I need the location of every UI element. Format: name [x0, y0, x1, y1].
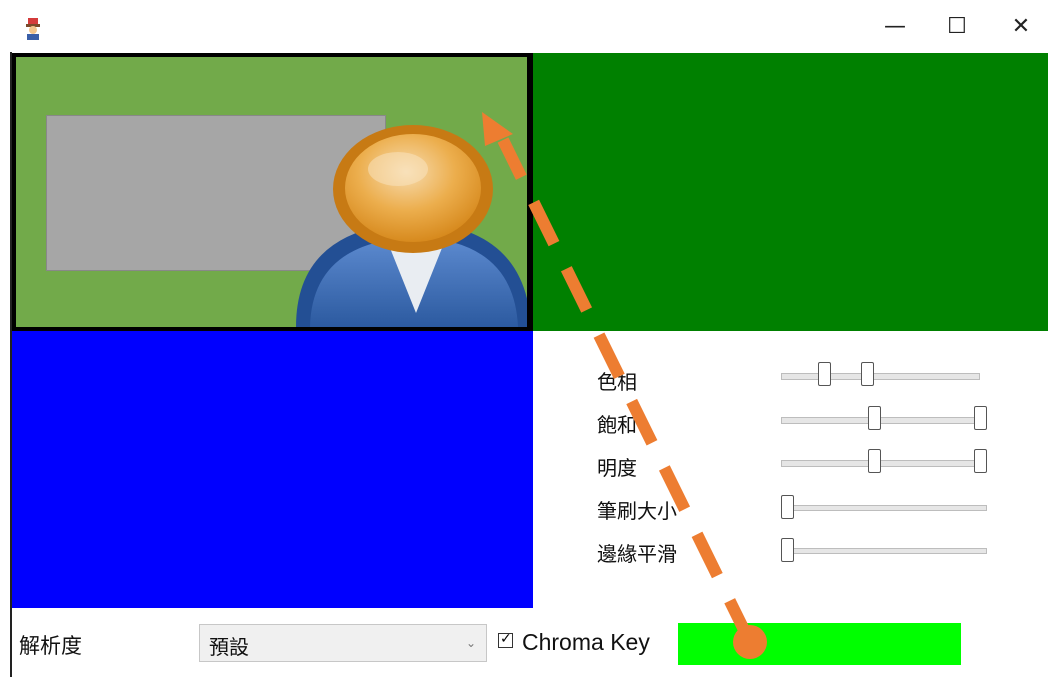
slider-thumb[interactable] — [867, 406, 881, 430]
saturation-label: 飽和 — [597, 413, 637, 437]
processed-preview — [533, 53, 1048, 331]
hue-label: 色相 — [597, 370, 637, 394]
background-preview — [12, 331, 533, 608]
camera-preview[interactable] — [12, 53, 533, 331]
brightness-slider-track[interactable] — [781, 460, 987, 467]
slider-thumb[interactable] — [781, 495, 794, 519]
maximize-button[interactable]: ☐ — [934, 8, 980, 44]
minimize-button[interactable]: — — [872, 8, 918, 44]
slider-thumb[interactable] — [781, 538, 794, 562]
slider-thumb[interactable] — [860, 362, 874, 386]
camera-preview-area — [16, 57, 527, 327]
app-icon — [26, 18, 40, 40]
chroma-key-label[interactable]: Chroma Key — [522, 629, 650, 656]
maximize-icon: ☐ — [947, 13, 967, 39]
saturation-slider-track[interactable] — [781, 417, 987, 424]
brush-size-label: 筆刷大小 — [597, 499, 677, 523]
slider-thumb[interactable] — [974, 449, 987, 473]
minimize-icon: — — [884, 13, 906, 39]
resolution-label: 解析度 — [19, 634, 82, 658]
edge-smoothing-label: 邊緣平滑 — [597, 542, 677, 566]
chevron-down-icon: ⌄ — [465, 636, 476, 650]
brightness-label: 明度 — [597, 456, 637, 480]
close-button[interactable]: ✕ — [998, 8, 1044, 44]
chroma-key-color-swatch[interactable] — [678, 623, 961, 665]
slider-thumb[interactable] — [818, 362, 832, 386]
edge-smoothing-slider-track[interactable] — [781, 548, 987, 554]
chroma-key-checkbox[interactable]: ✓ — [498, 631, 513, 648]
resolution-select[interactable]: 預設 ⌄ — [199, 624, 487, 662]
brush-size-slider-track[interactable] — [781, 505, 987, 511]
hue-slider-track[interactable] — [781, 373, 980, 380]
close-icon: ✕ — [1011, 13, 1031, 39]
user-avatar-icon — [296, 125, 527, 327]
resolution-selected-value: 預設 — [209, 635, 249, 659]
title-bar: — ☐ ✕ — [0, 0, 1048, 52]
slider-thumb[interactable] — [867, 449, 881, 473]
slider-thumb[interactable] — [974, 406, 987, 430]
checkmark-icon: ✓ — [500, 631, 512, 647]
